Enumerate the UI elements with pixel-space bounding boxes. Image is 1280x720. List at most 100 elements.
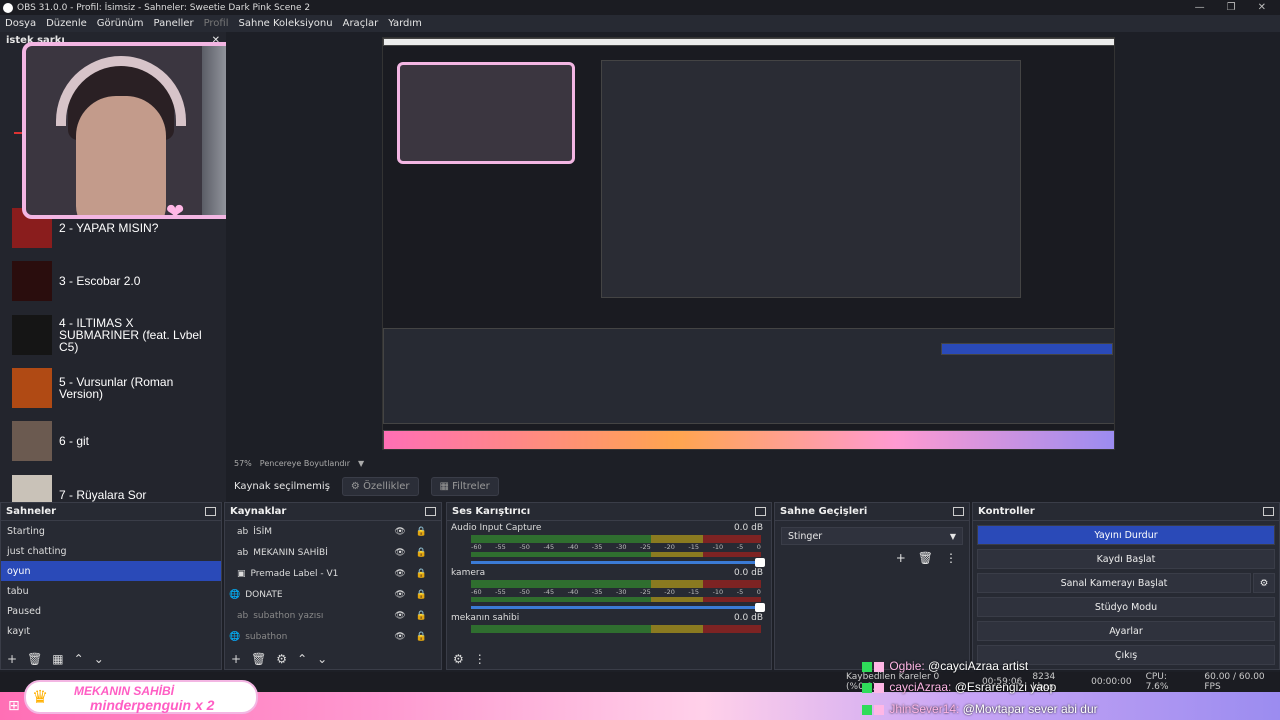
maximize-icon[interactable]: ❐ [1227,2,1236,13]
menu-araclar[interactable]: Araçlar [338,18,384,29]
menu-dosya[interactable]: Dosya [0,18,41,29]
menu-gorunum[interactable]: Görünüm [92,18,149,29]
move-up-icon[interactable]: ⌃ [74,652,84,666]
volume-slider[interactable] [471,558,765,567]
undock-icon[interactable] [953,507,964,516]
scene-item[interactable]: tabu [1,581,221,601]
song-item[interactable]: 6 - git [12,421,209,461]
mixer-channel: Audio Input Capture 0.0 dB -60 -55 -50 -45 -4… [447,521,771,567]
settings-button[interactable]: Ayarlar [977,621,1275,641]
scene-item[interactable]: Paused [1,601,221,621]
menu-yardim[interactable]: Yardım [383,18,427,29]
undock-icon[interactable] [1263,507,1274,516]
filters-button[interactable]: ▦ Filtreler [430,476,499,496]
badge-icon [862,704,872,715]
source-item-hidden[interactable]: 🌐 subathon 👁 🔒 [225,626,441,647]
album-cover [12,475,52,502]
move-down-icon[interactable]: ⌄ [94,652,104,666]
eye-icon[interactable]: 👁 [394,569,405,579]
slider-handle[interactable] [755,603,765,612]
audio-mixer-dock: Ses Karıştırıcı Audio Input Capture 0.0 d… [446,502,772,670]
song-item[interactable]: 4 - ILTIMAS X SUBMARINER (feat. Lvbel C5… [12,315,209,355]
source-item[interactable]: ▣ Premade Label - V1 👁 🔒 [225,563,441,584]
transition-select[interactable]: Stinger ▼ [781,527,963,545]
song-item[interactable]: 3 - Escobar 2.0 [12,261,209,301]
volume-meter [471,552,761,557]
eye-icon[interactable]: 👁 [394,548,405,558]
stop-stream-button[interactable]: Yayını Durdur [977,525,1275,545]
undock-icon[interactable] [755,507,766,516]
scene-item-selected[interactable]: oyun [1,561,221,581]
source-item-hidden[interactable]: ab subathon yazısı 👁 🔒 [225,605,441,626]
lock-icon[interactable]: 🔒 [416,548,427,558]
menu-duzenle[interactable]: Düzenle [41,18,92,29]
windows-start-icon[interactable]: ⊞ [8,698,20,714]
mixer-channel: mekanın sahibi 0.0 dB [447,611,771,635]
add-icon[interactable]: + [231,652,241,666]
song-item[interactable]: 7 - Rüyalara Sor [12,475,209,502]
source-item[interactable]: ab İSİM 👁 🔒 [225,521,441,542]
gear-icon[interactable]: ⚙ [276,652,287,666]
nested-webcam [397,62,575,164]
window-titlebar: OBS 31.0.0 - Profil: İsimsiz - Sahneler:… [0,0,1280,15]
lock-icon[interactable]: 🔒 [416,527,427,537]
source-item[interactable]: 🌐 DONATE 👁 🔒 [225,584,441,605]
chevron-down-icon[interactable]: ▼ [358,459,364,468]
menu-profil[interactable]: Profil [199,18,234,29]
scene-item[interactable]: just chatting [1,541,221,561]
properties-button[interactable]: ⚙ Özellikler [341,476,419,496]
trash-icon[interactable]: 🗑 [918,551,933,565]
scenes-toolbar: + 🗑 ▦ ⌃ ⌄ [1,649,221,669]
lock-icon[interactable]: 🔒 [416,611,427,621]
more-icon[interactable]: ⋮ [945,551,957,565]
close-icon[interactable]: ✕ [1258,2,1266,13]
lock-icon[interactable]: 🔒 [416,569,427,579]
eye-icon[interactable]: 👁 [394,590,405,600]
more-icon[interactable]: ⋮ [474,652,486,666]
eye-hidden-icon[interactable]: 👁 [394,611,405,621]
source-name: DONATE [245,589,283,600]
add-icon[interactable]: + [7,652,17,666]
transition-toolbar: + 🗑 ⋮ [775,551,969,565]
stream-preview[interactable] [382,37,1115,450]
volume-slider[interactable] [471,603,765,612]
top-donor-banner: ♛ MEKANIN SAHİBİ minderpenguin x 2 [24,680,258,714]
studio-mode-button[interactable]: Stüdyo Modu [977,597,1275,617]
source-name: subathon yazısı [253,610,324,621]
song-item[interactable]: 5 - Vursunlar (Roman Version) [12,368,209,408]
source-item[interactable]: ab MEKANIN SAHİBİ 👁 🔒 [225,542,441,563]
undock-icon[interactable] [425,507,436,516]
trash-icon[interactable]: 🗑 [27,652,42,666]
obs-logo-icon [3,2,13,13]
source-name: subathon [245,631,288,642]
start-record-button[interactable]: Kaydı Başlat [977,549,1275,569]
chat-user: Ogbie: [889,659,925,673]
lock-icon[interactable]: 🔒 [416,632,427,642]
source-name: Premade Label - V1 [250,568,339,579]
trash-icon[interactable]: 🗑 [251,652,266,666]
record-time: 00:00:00 [1091,677,1132,687]
move-down-icon[interactable]: ⌄ [317,652,327,666]
song-name: 6 - git [59,434,90,448]
menu-paneller[interactable]: Paneller [149,18,199,29]
properties-label: Özellikler [363,480,410,492]
minimize-icon[interactable]: — [1195,2,1205,13]
lock-icon[interactable]: 🔒 [416,590,427,600]
gear-icon[interactable]: ⚙ [1253,573,1275,593]
undock-icon[interactable] [205,507,216,516]
virtual-cam-row: Sanal Kamerayı Başlat ⚙ [973,569,1279,593]
move-up-icon[interactable]: ⌃ [297,652,307,666]
scene-item[interactable]: kayıt [1,621,221,641]
add-icon[interactable]: + [896,551,906,565]
menu-sahne-koleksiyonu[interactable]: Sahne Koleksiyonu [234,18,338,29]
eye-hidden-icon[interactable]: 👁 [394,632,405,642]
slider-handle[interactable] [755,558,765,567]
eye-icon[interactable]: 👁 [394,527,405,537]
scene-item[interactable]: Starting [1,521,221,541]
gear-icon[interactable]: ⚙ [453,652,464,666]
virtual-cam-button[interactable]: Sanal Kamerayı Başlat [977,573,1251,593]
filter-icon[interactable]: ▦ [52,652,63,666]
fit-window-select[interactable]: Pencereye Boyutlandır [260,459,350,468]
banner-title: MEKANIN SAHİBİ [74,684,175,698]
heart-icon: ❤ [166,200,185,225]
